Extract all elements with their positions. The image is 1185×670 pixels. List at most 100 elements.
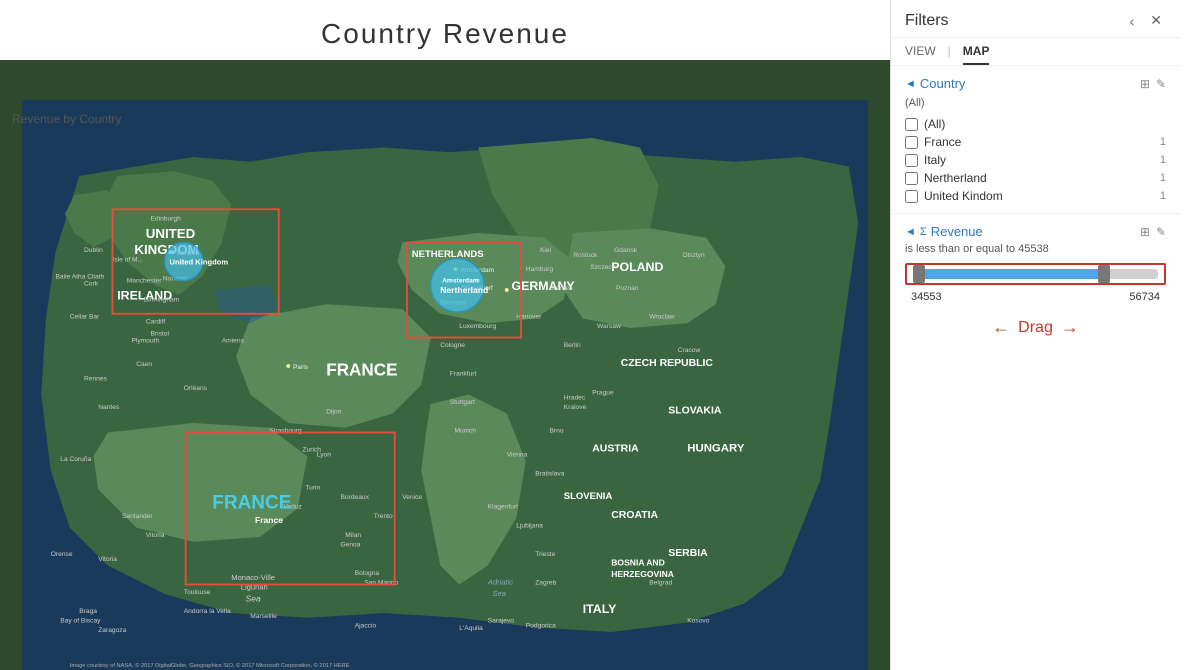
svg-text:Orléans: Orléans	[184, 385, 208, 392]
svg-text:Nertherland: Nertherland	[440, 285, 488, 295]
collapse-filters-icon[interactable]: ‹	[1126, 11, 1139, 31]
map-svg: London Paris Amsterdam Dusseldorf UNITED…	[0, 100, 890, 670]
drag-arrow-right-icon: →	[1061, 317, 1079, 338]
svg-text:Belgrad: Belgrad	[649, 580, 672, 587]
svg-text:Brno: Brno	[550, 428, 564, 435]
svg-text:Zaragoza: Zaragoza	[98, 627, 126, 634]
country-filter-title: ◄ Country	[905, 76, 965, 91]
svg-text:Bordeaux: Bordeaux	[341, 494, 370, 501]
tab-view[interactable]: VIEW	[905, 44, 936, 65]
country-filter-export-icon[interactable]: ⊞	[1140, 77, 1150, 91]
svg-text:Kiel: Kiel	[540, 247, 552, 254]
svg-text:AUSTRIA: AUSTRIA	[592, 444, 639, 455]
svg-text:Bologna: Bologna	[355, 570, 380, 577]
svg-text:Rennes: Rennes	[84, 375, 108, 382]
svg-text:United Kingdom: United Kingdom	[170, 257, 229, 266]
filter-checkbox-france[interactable]	[905, 136, 918, 149]
filter-checkbox-all[interactable]	[905, 118, 918, 131]
svg-text:Vienna: Vienna	[507, 451, 528, 458]
filters-panel: Filters ‹ ✕ VIEW | MAP ◄ Country ⊞ ✎ (Al…	[890, 0, 1180, 670]
country-filter-subtitle: (All)	[905, 97, 1166, 109]
svg-text:Genoa: Genoa	[341, 542, 361, 549]
svg-text:FRANCE: FRANCE	[212, 493, 291, 514]
svg-text:Milan: Milan	[345, 532, 361, 539]
slider-max-value: 56734	[1129, 291, 1160, 303]
revenue-filter-title: ◄ Σ Revenue	[905, 224, 983, 239]
chart-label: Revenue by Country	[12, 112, 121, 126]
filter-checkbox-italy[interactable]	[905, 154, 918, 167]
country-filter-edit-icon[interactable]: ✎	[1156, 77, 1166, 91]
filter-item-all: (All)	[905, 115, 1166, 133]
revenue-filter-arrow[interactable]: ◄	[905, 226, 916, 238]
svg-text:Santander: Santander	[122, 513, 153, 520]
svg-text:Kosovo: Kosovo	[687, 618, 709, 625]
svg-text:Lyon: Lyon	[317, 451, 331, 458]
svg-text:Cork: Cork	[84, 280, 99, 287]
filter-count-uk: 1	[1160, 190, 1166, 202]
revenue-filter-header: ◄ Σ Revenue ⊞ ✎	[905, 224, 1166, 239]
revenue-filter-section: ◄ Σ Revenue ⊞ ✎ is less than or equal to…	[891, 214, 1180, 346]
svg-text:Bay of Biscay: Bay of Biscay	[60, 618, 101, 625]
filter-count-france: 1	[1160, 136, 1166, 148]
svg-text:Bratislava: Bratislava	[535, 470, 564, 477]
svg-text:HUNGARY: HUNGARY	[687, 443, 745, 455]
sigma-icon: Σ	[920, 226, 927, 238]
svg-text:Monaco-Ville: Monaco-Ville	[231, 573, 275, 582]
filter-checkbox-nertherland[interactable]	[905, 172, 918, 185]
filter-item-uk: United Kindom 1	[905, 187, 1166, 205]
svg-text:FRANCE: FRANCE	[326, 361, 397, 380]
svg-text:Poznan: Poznan	[616, 285, 639, 292]
svg-text:UNITED: UNITED	[146, 226, 196, 241]
svg-text:Hamburg: Hamburg	[526, 266, 554, 273]
svg-text:Dublin: Dublin	[84, 247, 103, 254]
country-filter-arrow[interactable]: ◄	[905, 78, 916, 90]
revenue-filter-label: Revenue	[931, 224, 983, 239]
svg-text:HERZEGOVINA: HERZEGOVINA	[611, 569, 674, 579]
slider-track[interactable]	[913, 269, 1158, 279]
slider-thumb-right[interactable]	[1098, 265, 1110, 283]
svg-text:La Coruña: La Coruña	[60, 456, 91, 463]
drag-hint: ← Drag →	[905, 317, 1166, 338]
svg-text:Amsterdam: Amsterdam	[442, 277, 479, 284]
svg-text:Caen: Caen	[136, 361, 152, 368]
close-filters-icon[interactable]: ✕	[1146, 10, 1166, 31]
title-area: Country Revenue	[0, 0, 890, 60]
filter-item-nertherland: Nertherland 1	[905, 169, 1166, 187]
svg-text:Sea: Sea	[493, 589, 507, 598]
filter-checkbox-uk[interactable]	[905, 190, 918, 203]
slider-values: 34553 56734	[905, 291, 1166, 303]
revenue-filter-export-icon[interactable]: ⊞	[1140, 225, 1150, 239]
svg-text:Cologne: Cologne	[440, 342, 465, 349]
svg-text:Hradec: Hradec	[564, 394, 586, 401]
slider-thumb-left[interactable]	[913, 265, 925, 283]
svg-text:Luxembourg: Luxembourg	[459, 323, 496, 330]
svg-text:Vitoria: Vitoria	[146, 532, 165, 539]
tab-map[interactable]: MAP	[963, 44, 990, 65]
country-filter-label: Country	[920, 76, 966, 91]
slider-min-value: 34553	[911, 291, 942, 303]
svg-text:Ljubljana: Ljubljana	[516, 523, 543, 530]
svg-text:Marseille: Marseille	[250, 613, 277, 620]
country-filter-section: ◄ Country ⊞ ✎ (All) (All) France 1 Italy…	[891, 66, 1180, 214]
page-title: Country Revenue	[0, 0, 890, 58]
svg-text:Sea: Sea	[246, 594, 261, 604]
drag-arrow-left-icon: ←	[992, 317, 1010, 338]
svg-text:Toulouse: Toulouse	[184, 589, 211, 596]
svg-text:Cracow: Cracow	[678, 347, 701, 354]
country-filter-icons: ⊞ ✎	[1140, 77, 1166, 91]
svg-text:BOSNIA AND: BOSNIA AND	[611, 558, 665, 568]
svg-text:Image courtesy of NASA, © 2017: Image courtesy of NASA, © 2017 DigitalGl…	[70, 662, 350, 669]
svg-text:Stuttgart: Stuttgart	[450, 399, 475, 406]
svg-text:ITALY: ITALY	[583, 602, 617, 616]
svg-text:CROATIA: CROATIA	[611, 510, 658, 521]
svg-text:Podgorica: Podgorica	[526, 622, 556, 629]
revenue-slider-container	[905, 263, 1166, 285]
revenue-filter-edit-icon[interactable]: ✎	[1156, 225, 1166, 239]
svg-text:Edinburgh: Edinburgh	[151, 216, 182, 223]
filter-label-italy: Italy	[924, 153, 946, 167]
revenue-filter-subtitle: is less than or equal to 45538	[905, 243, 1166, 255]
slider-fill	[913, 269, 1104, 279]
svg-text:Nantes: Nantes	[98, 404, 120, 411]
svg-text:Andorra la Vella: Andorra la Vella	[184, 608, 231, 615]
svg-text:SERBIA: SERBIA	[668, 548, 708, 559]
